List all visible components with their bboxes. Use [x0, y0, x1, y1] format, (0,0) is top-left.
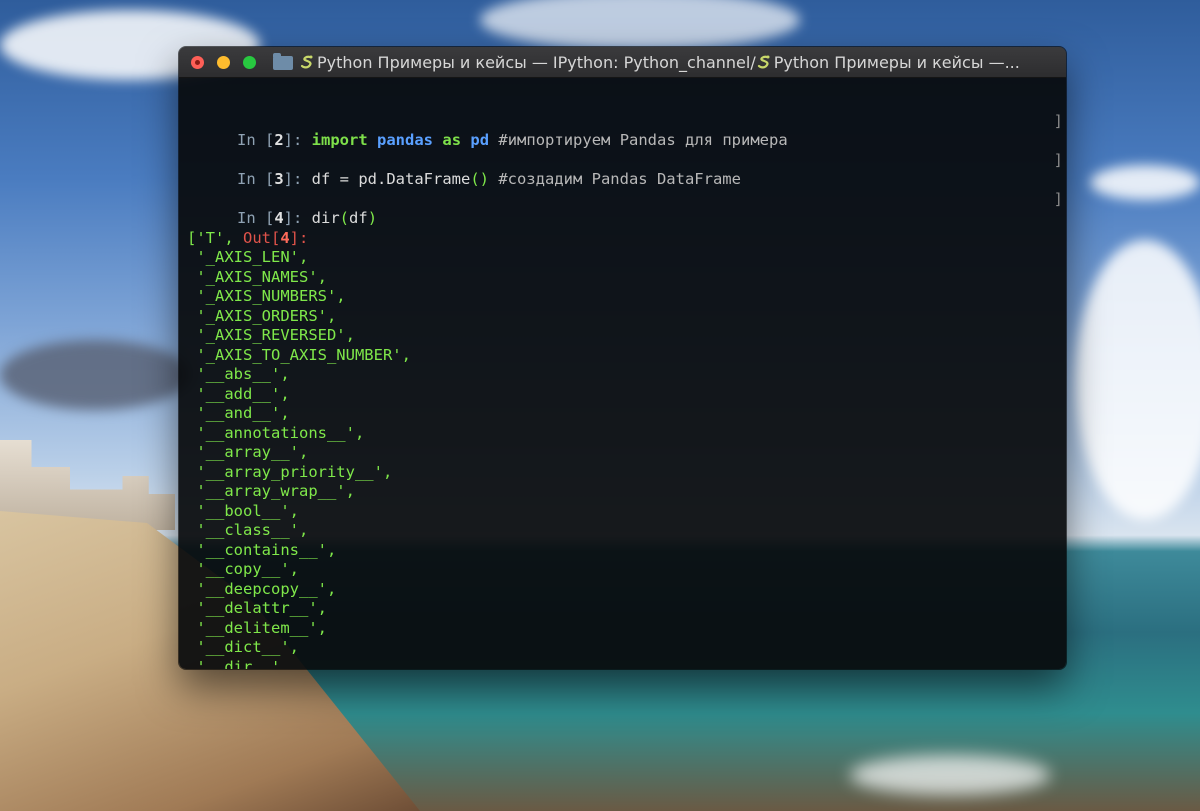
- output-prompt-line: Out[4]:: [179, 209, 1066, 247]
- close-button[interactable]: [191, 56, 204, 69]
- python-snake-icon: [300, 55, 313, 69]
- output-line: '_AXIS_ORDERS',: [187, 306, 337, 325]
- output-line: '__dict__',: [187, 638, 299, 656]
- output-line: '_AXIS_NAMES',: [187, 267, 327, 286]
- input-line-3: In [3]: df = pd.DataFrame() #создадим Pa…: [179, 150, 1066, 189]
- cloud: [1090, 165, 1200, 200]
- code-segment: pandas: [377, 131, 434, 149]
- output-line: '__delitem__',: [187, 618, 327, 637]
- terminal-content[interactable]: In [2]: import pandas as pd #импортируем…: [179, 78, 1066, 670]
- code-segment: df = pd.DataFrame: [311, 170, 471, 188]
- folder-icon: [273, 53, 293, 70]
- line-end-bracket: ]: [1053, 189, 1063, 208]
- output-line: '_AXIS_TO_AXIS_NUMBER',: [187, 345, 411, 364]
- line-end-bracket: ]: [1053, 150, 1063, 169]
- in-prompt-close: ]:: [283, 170, 312, 188]
- title-bar[interactable]: Python Примеры и кейсы — IPython: Python…: [179, 47, 1066, 78]
- output-line: '__class__',: [187, 521, 309, 539]
- in-prompt: In [: [237, 170, 275, 188]
- code-segment: (): [470, 170, 489, 188]
- output-line: '__annotations__',: [187, 423, 365, 442]
- python-snake-icon: [757, 55, 770, 69]
- output-line: '__delattr__',: [187, 599, 327, 617]
- cloud: [1075, 240, 1200, 520]
- window-title-text: Python Примеры и кейсы — IPython: Python…: [317, 53, 756, 72]
- output-line: '__dir__',: [187, 657, 290, 670]
- output-line: '__array__',: [187, 443, 309, 461]
- output-line: '__array_priority__',: [187, 462, 393, 481]
- output-line: '__and__',: [187, 404, 290, 422]
- line-end-bracket: ]: [1053, 111, 1063, 130]
- in-number: 3: [274, 170, 284, 188]
- code-segment: import: [311, 131, 368, 149]
- output-list: ['T', '_AXIS_LEN', '_AXIS_NAMES', '_AXIS…: [179, 229, 1066, 670]
- input-line-4: In [4]: dir(df) ]: [179, 189, 1066, 228]
- sea-foam: [850, 755, 1050, 795]
- output-line: '_AXIS_REVERSED',: [187, 326, 355, 344]
- terminal-window: Python Примеры и кейсы — IPython: Python…: [179, 47, 1066, 669]
- code-segment: #импортируем Pandas для примера: [489, 131, 788, 149]
- in-prompt: In [: [237, 131, 275, 149]
- output-line: '_AXIS_NUMBERS',: [187, 287, 346, 305]
- output-line: '__bool__',: [187, 501, 299, 520]
- minimize-button[interactable]: [217, 56, 230, 69]
- window-title-tail: Python Примеры и кейсы —...: [773, 53, 1020, 72]
- in-number: 2: [274, 131, 284, 149]
- output-line: '_AXIS_LEN',: [187, 248, 309, 266]
- cloud: [480, 0, 800, 50]
- code-segment: as: [442, 131, 462, 149]
- code-segment: pd: [470, 131, 490, 149]
- zoom-button[interactable]: [243, 56, 256, 69]
- in-prompt-close: ]:: [283, 131, 312, 149]
- cloud: [0, 340, 190, 410]
- output-line: '__contains__',: [187, 540, 337, 559]
- code-segment: #создадим Pandas DataFrame: [488, 170, 741, 188]
- window-title: Python Примеры и кейсы — IPython: Python…: [299, 53, 1056, 72]
- output-line: '__copy__',: [187, 560, 299, 578]
- input-line-2: In [2]: import pandas as pd #импортируем…: [179, 111, 1066, 150]
- output-line: '__abs__',: [187, 365, 290, 383]
- output-line: ['T',: [187, 228, 234, 247]
- output-line: '__array_wrap__',: [187, 482, 355, 500]
- output-line: '__add__',: [187, 384, 290, 403]
- output-line: '__deepcopy__',: [187, 579, 337, 598]
